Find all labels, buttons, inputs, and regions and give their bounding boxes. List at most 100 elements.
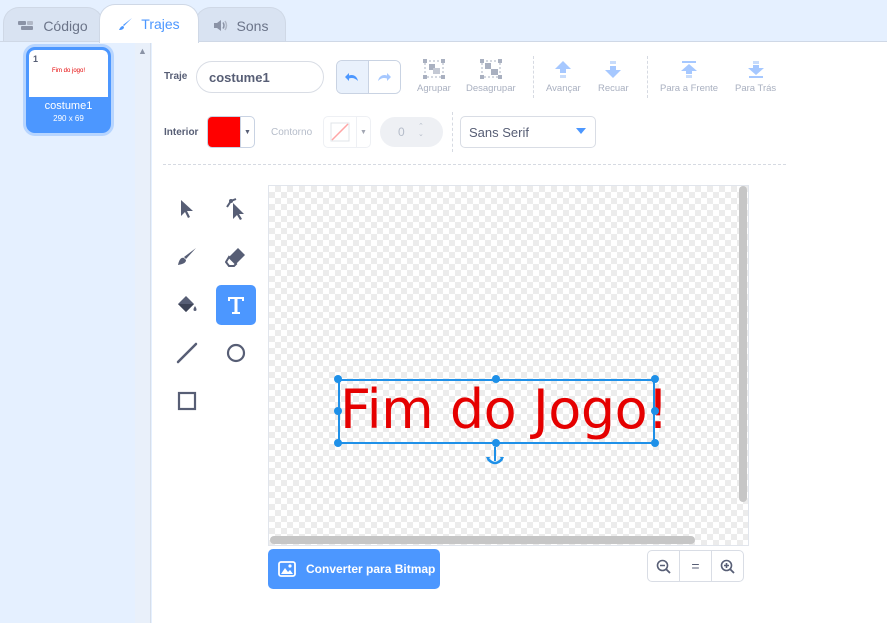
- forward-label: Avançar: [546, 83, 581, 94]
- font-dropdown-value: Sans Serif: [469, 124, 529, 140]
- line-tool[interactable]: [167, 333, 207, 373]
- font-dropdown[interactable]: Sans Serif: [460, 116, 596, 148]
- stroke-width-input[interactable]: 0 ⌃ ⌄: [380, 117, 443, 147]
- back-icon: [747, 61, 764, 78]
- backward-label: Recuar: [598, 83, 629, 94]
- ungroup-button[interactable]: Desagrupar: [466, 59, 516, 94]
- resize-handle-left[interactable]: [334, 407, 342, 415]
- costume-number: 1: [33, 54, 39, 64]
- front-label: Para a Frente: [660, 83, 719, 94]
- resize-handle-top-left[interactable]: [334, 375, 342, 383]
- outline-label: Contorno: [271, 127, 313, 138]
- speaker-icon: [213, 19, 229, 32]
- back-button[interactable]: Para Trás: [735, 60, 776, 94]
- undo-redo-group: [336, 60, 401, 94]
- zoom-reset-label: =: [691, 558, 700, 574]
- zoom-in-button[interactable]: [712, 551, 743, 581]
- tab-costumes[interactable]: Trajes: [99, 4, 199, 43]
- costume-name-input[interactable]: costume1: [196, 61, 324, 93]
- fill-color-picker[interactable]: ▼: [207, 116, 255, 148]
- resize-handle-bottom-left[interactable]: [334, 439, 342, 447]
- costume-item[interactable]: 1 Fim do jogo! costume1 290 x 69: [26, 47, 111, 133]
- forward-button[interactable]: Avançar: [546, 60, 581, 94]
- group-icon: [422, 59, 445, 79]
- toolbar-separator: [533, 56, 534, 98]
- paint-canvas[interactable]: [268, 185, 749, 546]
- text-icon: [228, 297, 244, 314]
- costume-name-label: Traje: [164, 71, 188, 82]
- redo-button[interactable]: [368, 61, 400, 93]
- forward-icon: [555, 61, 572, 78]
- costume-name: costume1: [44, 100, 93, 112]
- select-tool[interactable]: [167, 189, 207, 229]
- tab-costumes-label: Trajes: [141, 16, 180, 32]
- group-label: Agrupar: [417, 83, 451, 94]
- fill-color-swatch: [208, 117, 240, 147]
- resize-handle-right[interactable]: [651, 407, 659, 415]
- text-tool[interactable]: [216, 285, 256, 325]
- brush-tool[interactable]: [167, 237, 207, 277]
- code-blocks-icon: [18, 20, 35, 32]
- chevron-down-icon: ▼: [240, 117, 254, 147]
- reshape-tool[interactable]: [216, 189, 256, 229]
- ungroup-icon: [479, 59, 502, 79]
- zoom-out-icon: [656, 559, 671, 574]
- fill-label: Interior: [164, 127, 199, 138]
- toolbar-separator: [452, 112, 453, 152]
- selection-box[interactable]: [338, 379, 655, 444]
- redo-icon: [378, 73, 392, 81]
- canvas-vertical-scrollbar[interactable]: [739, 186, 747, 502]
- convert-to-bitmap-button[interactable]: Converter para Bitmap: [268, 549, 440, 589]
- no-color-icon: [324, 117, 356, 147]
- image-icon: [278, 561, 296, 577]
- resize-handle-top[interactable]: [492, 375, 500, 383]
- convert-to-bitmap-label: Converter para Bitmap: [306, 562, 436, 576]
- front-icon: [681, 61, 698, 78]
- outline-color-picker[interactable]: ▼: [323, 116, 371, 148]
- costume-preview-text: Fim do jogo!: [51, 68, 85, 74]
- tab-sounds[interactable]: Sons: [195, 7, 286, 43]
- toolbar-separator: [647, 56, 648, 98]
- resize-handle-bottom-right[interactable]: [651, 439, 659, 447]
- zoom-reset-button[interactable]: =: [680, 551, 712, 581]
- select-arrow-icon: [181, 200, 193, 218]
- backward-icon: [605, 61, 622, 78]
- eraser-icon: [225, 248, 245, 267]
- costume-size: 290 x 69: [53, 114, 84, 123]
- line-icon: [176, 342, 198, 364]
- circle-tool[interactable]: [216, 333, 256, 373]
- dropdown-arrow-icon: [576, 128, 586, 134]
- zoom-out-button[interactable]: [648, 551, 680, 581]
- undo-icon: [345, 73, 359, 81]
- eraser-tool[interactable]: [216, 237, 256, 277]
- group-button[interactable]: Agrupar: [417, 59, 451, 94]
- stroke-width-value: 0: [398, 125, 405, 139]
- backward-button[interactable]: Recuar: [598, 60, 629, 94]
- canvas-horizontal-scrollbar[interactable]: [270, 536, 695, 544]
- paint-bucket-icon: [178, 296, 197, 312]
- paintbrush-icon: [118, 17, 133, 32]
- costume-list-scrollbar[interactable]: ▲: [135, 42, 151, 623]
- zoom-in-icon: [720, 559, 735, 574]
- circle-icon: [226, 343, 246, 363]
- resize-handle-bottom[interactable]: [492, 439, 500, 447]
- chevron-down-icon: ▼: [356, 117, 370, 147]
- back-label: Para Trás: [735, 83, 777, 94]
- brush-icon: [178, 248, 196, 265]
- rectangle-tool[interactable]: [167, 381, 207, 421]
- undo-button[interactable]: [337, 61, 369, 93]
- fill-tool[interactable]: [167, 285, 207, 325]
- scroll-up-icon[interactable]: ▲: [138, 46, 147, 56]
- zoom-controls: =: [647, 550, 744, 582]
- front-button[interactable]: Para a Frente: [660, 60, 718, 94]
- toolbar-divider: [163, 164, 786, 165]
- tab-code[interactable]: Código: [3, 7, 103, 43]
- rotate-handle-icon[interactable]: [484, 447, 506, 469]
- stepper-arrows-icon: ⌃ ⌄: [418, 123, 424, 138]
- tab-code-label: Código: [43, 17, 88, 34]
- tab-bar: Código Trajes Sons: [0, 0, 887, 43]
- ungroup-label: Desagrupar: [466, 83, 516, 94]
- resize-handle-top-right[interactable]: [651, 375, 659, 383]
- reshape-icon: [226, 198, 244, 220]
- rectangle-icon: [177, 391, 197, 411]
